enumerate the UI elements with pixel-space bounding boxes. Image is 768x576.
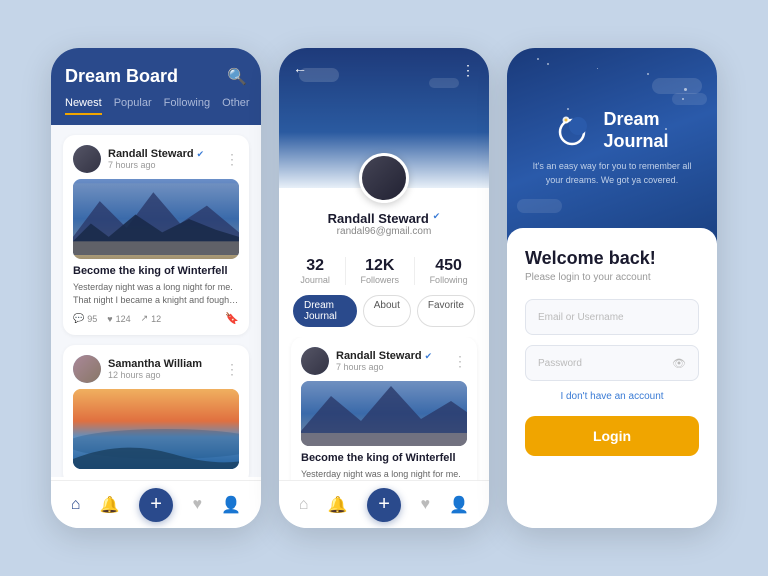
profile-post-title: Become the king of Winterfell xyxy=(301,452,467,464)
stat-journal: 32 Journal xyxy=(300,257,330,285)
post-username-2: Samantha William xyxy=(108,358,202,370)
nav-home[interactable]: ⌂ xyxy=(71,496,81,514)
tab-popular[interactable]: Popular xyxy=(114,97,152,115)
post-actions-1: 💬 95 ♥ 124 ↗ 12 🔖 xyxy=(73,312,239,325)
moon-icon xyxy=(555,111,595,151)
profile-post-avatar xyxy=(301,347,329,375)
nav-heart[interactable]: ♥ xyxy=(192,496,202,514)
avatar-samantha xyxy=(73,355,101,383)
post-user-info-2: Samantha William 12 hours ago xyxy=(73,355,202,383)
bottom-nav-2: ⌂ 🔔 + ♥ 👤 xyxy=(279,480,489,528)
bottom-nav-1: ⌂ 🔔 + ♥ 👤 xyxy=(51,480,261,528)
cloud-3 xyxy=(517,199,562,213)
login-form: Welcome back! Please login to your accou… xyxy=(507,228,717,528)
post-card-1: Randall Steward ✔ 7 hours ago ⋮ xyxy=(63,135,249,335)
post-comments-1: 💬 95 xyxy=(73,313,97,324)
password-field[interactable]: Password 👁 xyxy=(525,345,699,381)
phone-profile: ← ⋮ Randall Steward ✔ randal96@gmail.com… xyxy=(279,48,489,528)
profile-post-image xyxy=(301,381,467,446)
login-tagline: It's an easy way for you to remember all… xyxy=(532,160,692,187)
post-image-2 xyxy=(73,389,239,469)
profile-menu[interactable]: ⋮ xyxy=(461,62,475,79)
filter-favorite[interactable]: Favorite xyxy=(417,295,475,327)
profile-name: Randall Steward xyxy=(328,211,429,226)
profile-post-time: 7 hours ago xyxy=(336,362,432,372)
profile-post-username: Randall Steward xyxy=(336,350,422,362)
post-time-2: 12 hours ago xyxy=(108,370,202,380)
tab-other[interactable]: Other xyxy=(222,97,250,115)
filter-about[interactable]: About xyxy=(363,295,411,327)
app-name-login: Dream Journal xyxy=(603,109,668,152)
stat-divider-1 xyxy=(345,257,346,285)
post-user-info-1: Randall Steward ✔ 7 hours ago xyxy=(73,145,204,173)
cloud-1 xyxy=(652,78,702,94)
profile-avatar xyxy=(359,153,409,203)
post-menu-2[interactable]: ⋮ xyxy=(225,361,239,378)
tab-newest[interactable]: Newest xyxy=(65,97,102,115)
fab-button[interactable]: + xyxy=(139,488,173,522)
nav2-profile[interactable]: 👤 xyxy=(449,495,469,515)
phone-login: Dream Journal It's an easy way for you t… xyxy=(507,48,717,528)
share-icon-1: ↗ xyxy=(141,313,149,324)
phone-dream-board: Dream Board 🔍 Newest Popular Following O… xyxy=(51,48,261,528)
nav2-bell[interactable]: 🔔 xyxy=(328,495,348,515)
email-placeholder: Email or Username xyxy=(538,312,624,323)
post-menu-1[interactable]: ⋮ xyxy=(225,151,239,168)
post-username-1: Randall Steward xyxy=(108,148,194,160)
post-likes-1: ♥ 124 xyxy=(107,314,130,324)
avatar-randall xyxy=(73,145,101,173)
stat-divider-2 xyxy=(414,257,415,285)
post-user-meta-1: Randall Steward ✔ 7 hours ago xyxy=(108,148,204,170)
comment-icon-1: 💬 xyxy=(73,313,84,324)
email-field[interactable]: Email or Username xyxy=(525,299,699,335)
profile-info: Randall Steward ✔ randal96@gmail.com xyxy=(279,153,489,237)
verified-icon-profile: ✔ xyxy=(433,211,441,222)
eye-icon[interactable]: 👁 xyxy=(672,357,686,370)
login-logo: Dream Journal xyxy=(555,109,668,152)
verified-icon-post2: ✔ xyxy=(425,351,433,362)
post-image-1 xyxy=(73,179,239,259)
post-shares-1: ↗ 12 xyxy=(141,313,162,324)
tab-following[interactable]: Following xyxy=(164,97,210,115)
app-title: Dream Board xyxy=(65,66,178,87)
login-header-bg: Dream Journal It's an easy way for you t… xyxy=(507,48,717,248)
welcome-heading: Welcome back! xyxy=(525,248,699,269)
no-account-link[interactable]: I don't have an account xyxy=(525,391,699,402)
filter-dream-journal[interactable]: Dream Journal xyxy=(293,295,357,327)
nav-bell[interactable]: 🔔 xyxy=(100,495,120,515)
nav2-heart[interactable]: ♥ xyxy=(420,496,430,514)
profile-email: randal96@gmail.com xyxy=(337,226,432,237)
profile-post-user: Randall Steward ✔ 7 hours ago xyxy=(301,347,432,375)
post-time-1: 7 hours ago xyxy=(108,160,204,170)
nav-profile[interactable]: 👤 xyxy=(221,495,241,515)
verified-icon-1: ✔ xyxy=(197,149,205,160)
profile-post-menu[interactable]: ⋮ xyxy=(453,353,467,370)
post-excerpt-1: Yesterday night was a long night for me.… xyxy=(73,281,239,306)
fab-button-2[interactable]: + xyxy=(367,488,401,522)
p1-body: Randall Steward ✔ 7 hours ago ⋮ xyxy=(51,125,261,477)
password-placeholder: Password xyxy=(538,358,582,369)
stat-followers: 12K Followers xyxy=(360,257,399,285)
cloud-2 xyxy=(672,93,707,105)
tabs-bar: Newest Popular Following Other xyxy=(65,97,247,115)
post-title-1: Become the king of Winterfell xyxy=(73,265,239,277)
filter-tabs: Dream Journal About Favorite xyxy=(279,295,489,337)
login-button[interactable]: Login xyxy=(525,416,699,456)
like-icon-1: ♥ xyxy=(107,314,112,324)
profile-stats: 32 Journal 12K Followers 450 Following xyxy=(279,247,489,295)
stat-following: 450 Following xyxy=(430,257,468,285)
post-user-meta-2: Samantha William 12 hours ago xyxy=(108,358,202,380)
post-card-2: Samantha William 12 hours ago ⋮ xyxy=(63,345,249,477)
login-subtitle: Please login to your account xyxy=(525,272,699,283)
bookmark-icon-1[interactable]: 🔖 xyxy=(225,312,239,325)
p1-header: Dream Board 🔍 Newest Popular Following O… xyxy=(51,48,261,125)
nav2-home[interactable]: ⌂ xyxy=(299,496,309,514)
search-icon[interactable]: 🔍 xyxy=(227,67,247,87)
